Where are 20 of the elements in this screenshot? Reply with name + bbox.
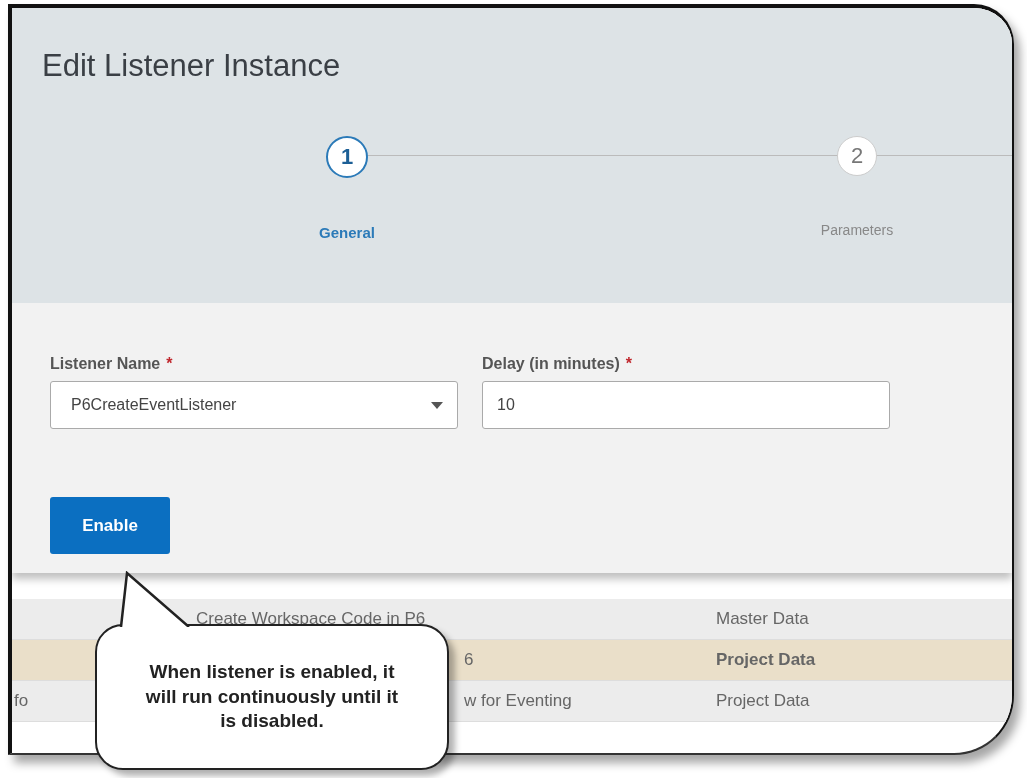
- step-circle[interactable]: 1: [326, 136, 368, 178]
- caret-icon: [431, 401, 443, 409]
- step-label[interactable]: Parameters: [820, 222, 894, 238]
- dropdown-field[interactable]: P6CreateEventListener: [50, 381, 458, 429]
- required-asterisk-icon: *: [625, 355, 633, 373]
- table-cell: Project Data: [716, 650, 816, 669]
- table-cell: 6: [464, 650, 474, 669]
- field-label: Listener Name: [50, 355, 161, 373]
- step-label[interactable]: General: [319, 224, 375, 241]
- enable-button[interactable]: Enable: [50, 497, 170, 554]
- table-cell: Create Workspace Code in P6: [196, 609, 426, 628]
- table-cell: Project Data: [716, 691, 810, 710]
- step-circle[interactable]: 2: [837, 136, 877, 176]
- required-asterisk-icon: *: [166, 355, 173, 373]
- table-cell: fo: [14, 691, 29, 710]
- dialog-title: Edit Listener Instance: [42, 48, 342, 84]
- input-field[interactable]: 10: [482, 381, 890, 429]
- table-cell: w for Eventing: [464, 691, 572, 710]
- table-cell: Master Data: [716, 609, 809, 628]
- field-label: Delay (in minutes): [482, 355, 620, 373]
